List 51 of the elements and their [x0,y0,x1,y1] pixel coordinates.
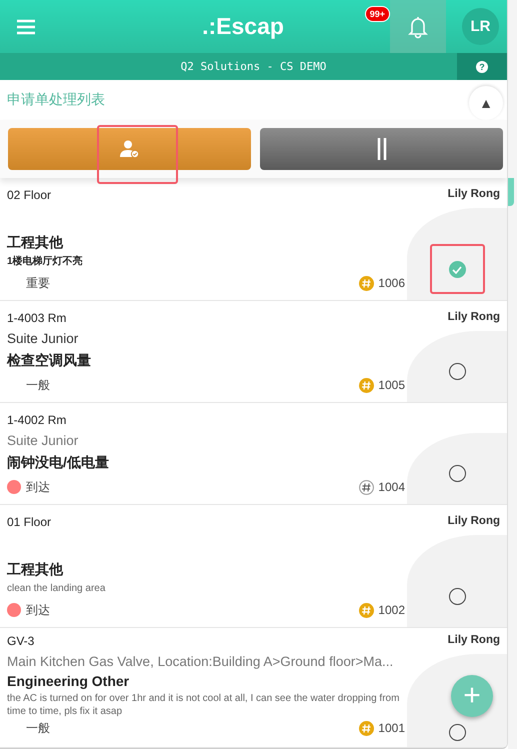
user-avatar[interactable]: LR [462,8,500,45]
assign-button[interactable] [8,128,251,170]
request-title: Engineering Other [7,673,130,689]
row-checkbox[interactable] [448,261,466,278]
user-check-icon [120,140,140,158]
location-label: GV-3 [7,634,36,650]
request-number: 1004 [378,480,405,494]
notification-badge: 99+ [364,6,390,22]
request-title: 工程其他 [7,561,64,579]
status-label: 一般 [26,376,50,394]
request-title: 闹钟没电/低电量 [7,454,110,472]
help-button[interactable]: ? [476,60,488,72]
room-type: Suite Junior [7,433,80,448]
row-checkbox[interactable] [448,724,466,741]
pause-button[interactable] [260,128,503,170]
location-label: 1-4002 Rm [7,413,68,429]
location-label: 1-4003 Rm [7,311,68,327]
request-number: 1005 [378,378,405,392]
room-type: Suite Junior [7,331,80,346]
pause-icon [376,138,388,160]
assignee-name: Lily Rong [448,188,500,202]
check-icon [452,266,462,274]
request-number: 1006 [378,276,405,290]
scroll-thumb[interactable] [508,178,514,206]
bell-icon [407,14,430,38]
assignee-name: Lily Rong [448,634,500,648]
notification-button[interactable] [390,0,446,53]
request-title: 检查空调风量 [7,352,92,370]
row-checkbox[interactable] [448,363,466,380]
row-checkbox[interactable] [448,465,466,482]
menu-icon[interactable] [16,18,36,34]
status-label: 一般 [26,720,50,736]
request-description: clean the landing area [7,582,106,595]
status-label: 到达 [26,602,50,618]
request-number: 1002 [378,603,405,617]
page-title: 申请单处理列表 [7,91,105,109]
organization-title: Q2 Solutions - CS DEMO [180,60,328,73]
row-checkbox[interactable] [448,588,466,605]
request-description: 1楼电梯厅灯不亮 [7,255,84,268]
status-label: 重要 [26,274,50,292]
assignee-name: Lily Rong [448,311,500,325]
location-label: 01 Floor [7,515,52,531]
room-type: Main Kitchen Gas Valve, Location:Building A>Ground floor>Ma... [7,654,394,669]
location-label: 02 Floor [7,188,52,204]
assignee-name: Lily Rong [448,515,500,529]
collapse-button[interactable]: ▲ [469,86,503,120]
app-logo: .:Escap [202,13,284,40]
request-description: the AC is turned on for over 1hr and it is not cool at all, I can see the water dropping from time to time, pls fix it asap [7,692,400,718]
status-label: 到达 [26,478,50,496]
request-title: 工程其他 [7,234,64,252]
request-number: 1001 [378,721,405,735]
